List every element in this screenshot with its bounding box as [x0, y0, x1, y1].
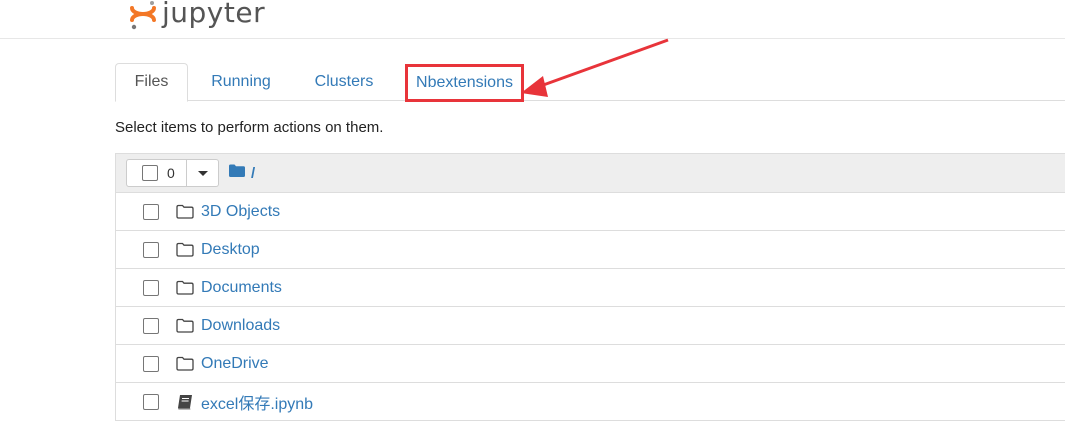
- notebook-header: jupyter: [0, 0, 1065, 39]
- item-link[interactable]: Downloads: [201, 317, 280, 335]
- item-link[interactable]: 3D Objects: [201, 203, 280, 221]
- folder-icon: [176, 356, 194, 371]
- folder-icon: [176, 204, 194, 219]
- logo-text: jupyter: [162, 0, 266, 29]
- item-checkbox[interactable]: [143, 241, 159, 258]
- root-path: /: [251, 164, 256, 182]
- folder-icon: [176, 242, 194, 257]
- folder-filled-icon: [229, 164, 245, 182]
- item-checkbox[interactable]: [143, 317, 159, 334]
- tab-bar: Files Running Clusters Nbextensions: [115, 63, 1065, 102]
- tab-clusters[interactable]: Clusters: [301, 63, 387, 101]
- tab-nbextensions[interactable]: Nbextensions: [406, 63, 523, 101]
- select-all-button[interactable]: 0: [126, 159, 187, 187]
- breadcrumb[interactable]: /: [229, 164, 255, 182]
- list-item: Downloads: [115, 307, 1065, 345]
- list-item: Desktop: [115, 231, 1065, 269]
- item-checkbox[interactable]: [143, 203, 159, 220]
- notebook-icon: [176, 394, 194, 410]
- tab-files[interactable]: Files: [115, 63, 188, 102]
- caret-down-icon: [197, 170, 208, 176]
- item-checkbox[interactable]: [143, 393, 159, 410]
- list-item: Documents: [115, 269, 1065, 307]
- folder-icon: [176, 280, 194, 295]
- item-link[interactable]: Documents: [201, 279, 282, 297]
- list-item: excel保存.ipynb: [115, 383, 1065, 421]
- item-link[interactable]: OneDrive: [201, 355, 269, 373]
- list-item: 3D Objects: [115, 193, 1065, 231]
- item-link[interactable]: Desktop: [201, 241, 260, 259]
- select-dropdown-button[interactable]: [187, 159, 219, 187]
- instructions-text: Select items to perform actions on them.: [115, 119, 384, 136]
- folder-icon: [176, 318, 194, 333]
- tab-running[interactable]: Running: [201, 63, 281, 101]
- selected-count: 0: [167, 165, 175, 181]
- jupyter-logo[interactable]: jupyter: [128, 0, 265, 34]
- item-checkbox[interactable]: [143, 355, 159, 372]
- select-all-group: 0: [126, 159, 219, 187]
- select-all-checkbox[interactable]: [142, 165, 158, 181]
- file-list-header: 0 /: [115, 153, 1065, 193]
- item-checkbox[interactable]: [143, 279, 159, 296]
- list-item: OneDrive: [115, 345, 1065, 383]
- item-link[interactable]: excel保存.ipynb: [201, 390, 313, 414]
- jupyter-logo-icon: [128, 0, 158, 34]
